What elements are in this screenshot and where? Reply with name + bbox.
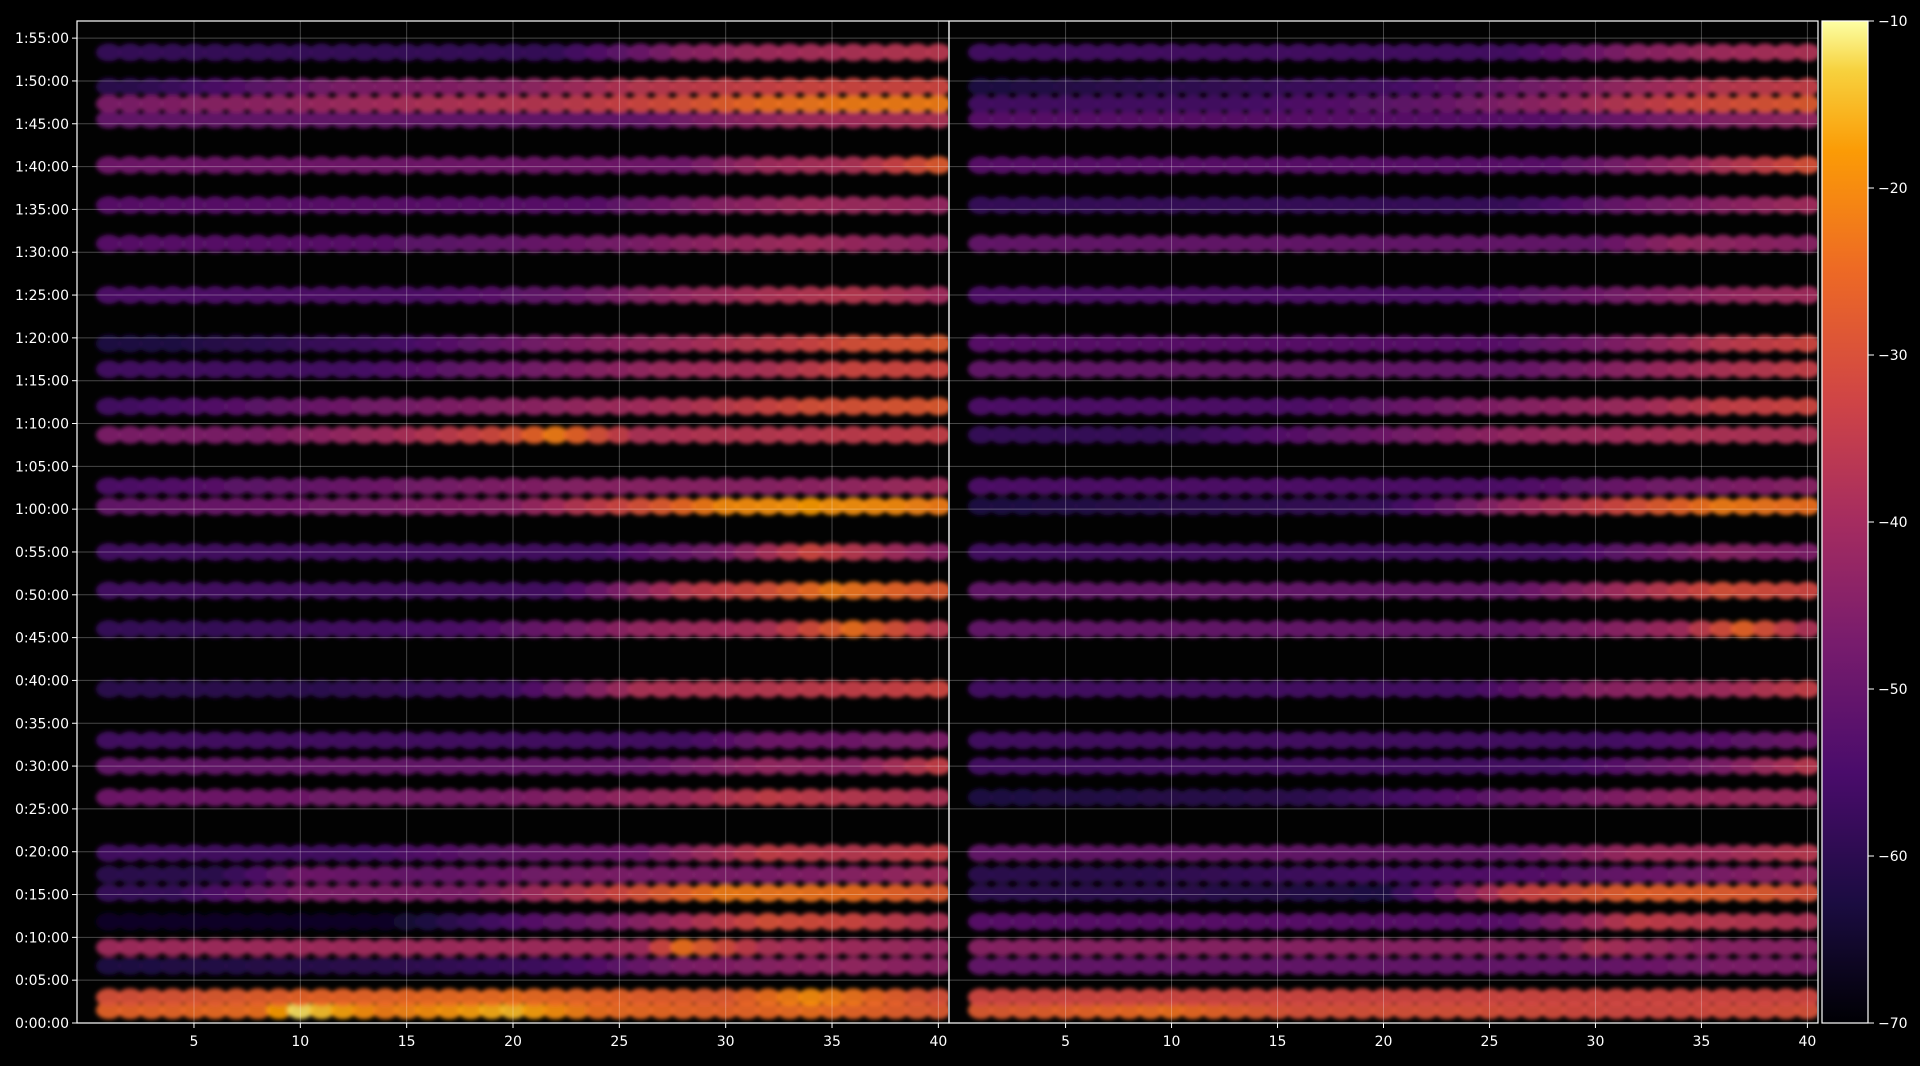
x-tick-label: 10 [1163,1034,1181,1050]
x-tick-label: 20 [1375,1034,1393,1050]
x-tick-label: 30 [717,1034,735,1050]
y-tick-label: 1:45:00 [15,117,69,133]
y-tick-label: 0:25:00 [15,802,69,818]
colorbar-tick-label: −50 [1878,682,1908,698]
y-tick-label: 0:10:00 [15,930,69,946]
colorbar-tick-label: −20 [1878,181,1908,197]
x-tick-label: 15 [398,1034,416,1050]
colorbar-tick-label: −10 [1878,14,1908,30]
y-tick-label: 1:05:00 [15,459,69,475]
y-tick-label: 1:10:00 [15,417,69,433]
y-tick-label: 1:50:00 [15,74,69,90]
y-tick-label: 1:55:00 [15,31,69,47]
colorbar [1821,20,1869,1024]
heatmap-chart: 5 10 15 20 25 30 35 40 5 10 15 20 25 30 35 40 0:00:00 0:0… [15,14,1908,1050]
chart-root: 5 10 15 20 25 30 35 40 5 10 15 20 25 30 35 40 0:00:00 0:0… [0,0,1920,1062]
y-tick-label: 0:45:00 [15,631,69,647]
x-tick-label: 25 [610,1034,628,1050]
colorbar-tick-label: −40 [1878,515,1908,531]
x-tick-label: 40 [929,1034,947,1050]
x-tick-label: 5 [1061,1034,1070,1050]
panel-right [949,21,1818,1023]
y-tick-label: 0:50:00 [15,588,69,604]
y-tick-label: 0:20:00 [15,845,69,861]
x-tick-label: 5 [190,1034,199,1050]
y-tick-label: 0:55:00 [15,545,69,561]
y-tick-label: 1:20:00 [15,331,69,347]
y-tick-label: 1:15:00 [15,374,69,390]
x-tick-label: 40 [1798,1034,1816,1050]
x-tick-label: 35 [1693,1034,1711,1050]
colorbar-tick-label: −60 [1878,849,1908,865]
y-tick-label: 0:00:00 [15,1016,69,1032]
y-tick-label: 0:40:00 [15,673,69,689]
x-tick-label: 10 [291,1034,309,1050]
panel-left [77,21,949,1023]
y-tick-label: 0:15:00 [15,888,69,904]
y-tick-label: 1:25:00 [15,288,69,304]
x-tick-label: 25 [1481,1034,1499,1050]
x-tick-label: 20 [504,1034,522,1050]
y-tick-label: 1:35:00 [15,202,69,218]
y-tick-label: 0:05:00 [15,973,69,989]
y-tick-label: 1:30:00 [15,245,69,261]
y-tick-label: 1:40:00 [15,160,69,176]
x-tick-label: 35 [823,1034,841,1050]
y-tick-label: 0:30:00 [15,759,69,775]
y-tick-label: 1:00:00 [15,502,69,518]
colorbar-tick-label: −30 [1878,348,1908,364]
x-tick-label: 30 [1587,1034,1605,1050]
colorbar-tick-label: −70 [1878,1016,1908,1032]
x-tick-label: 15 [1269,1034,1287,1050]
y-tick-label: 0:35:00 [15,716,69,732]
